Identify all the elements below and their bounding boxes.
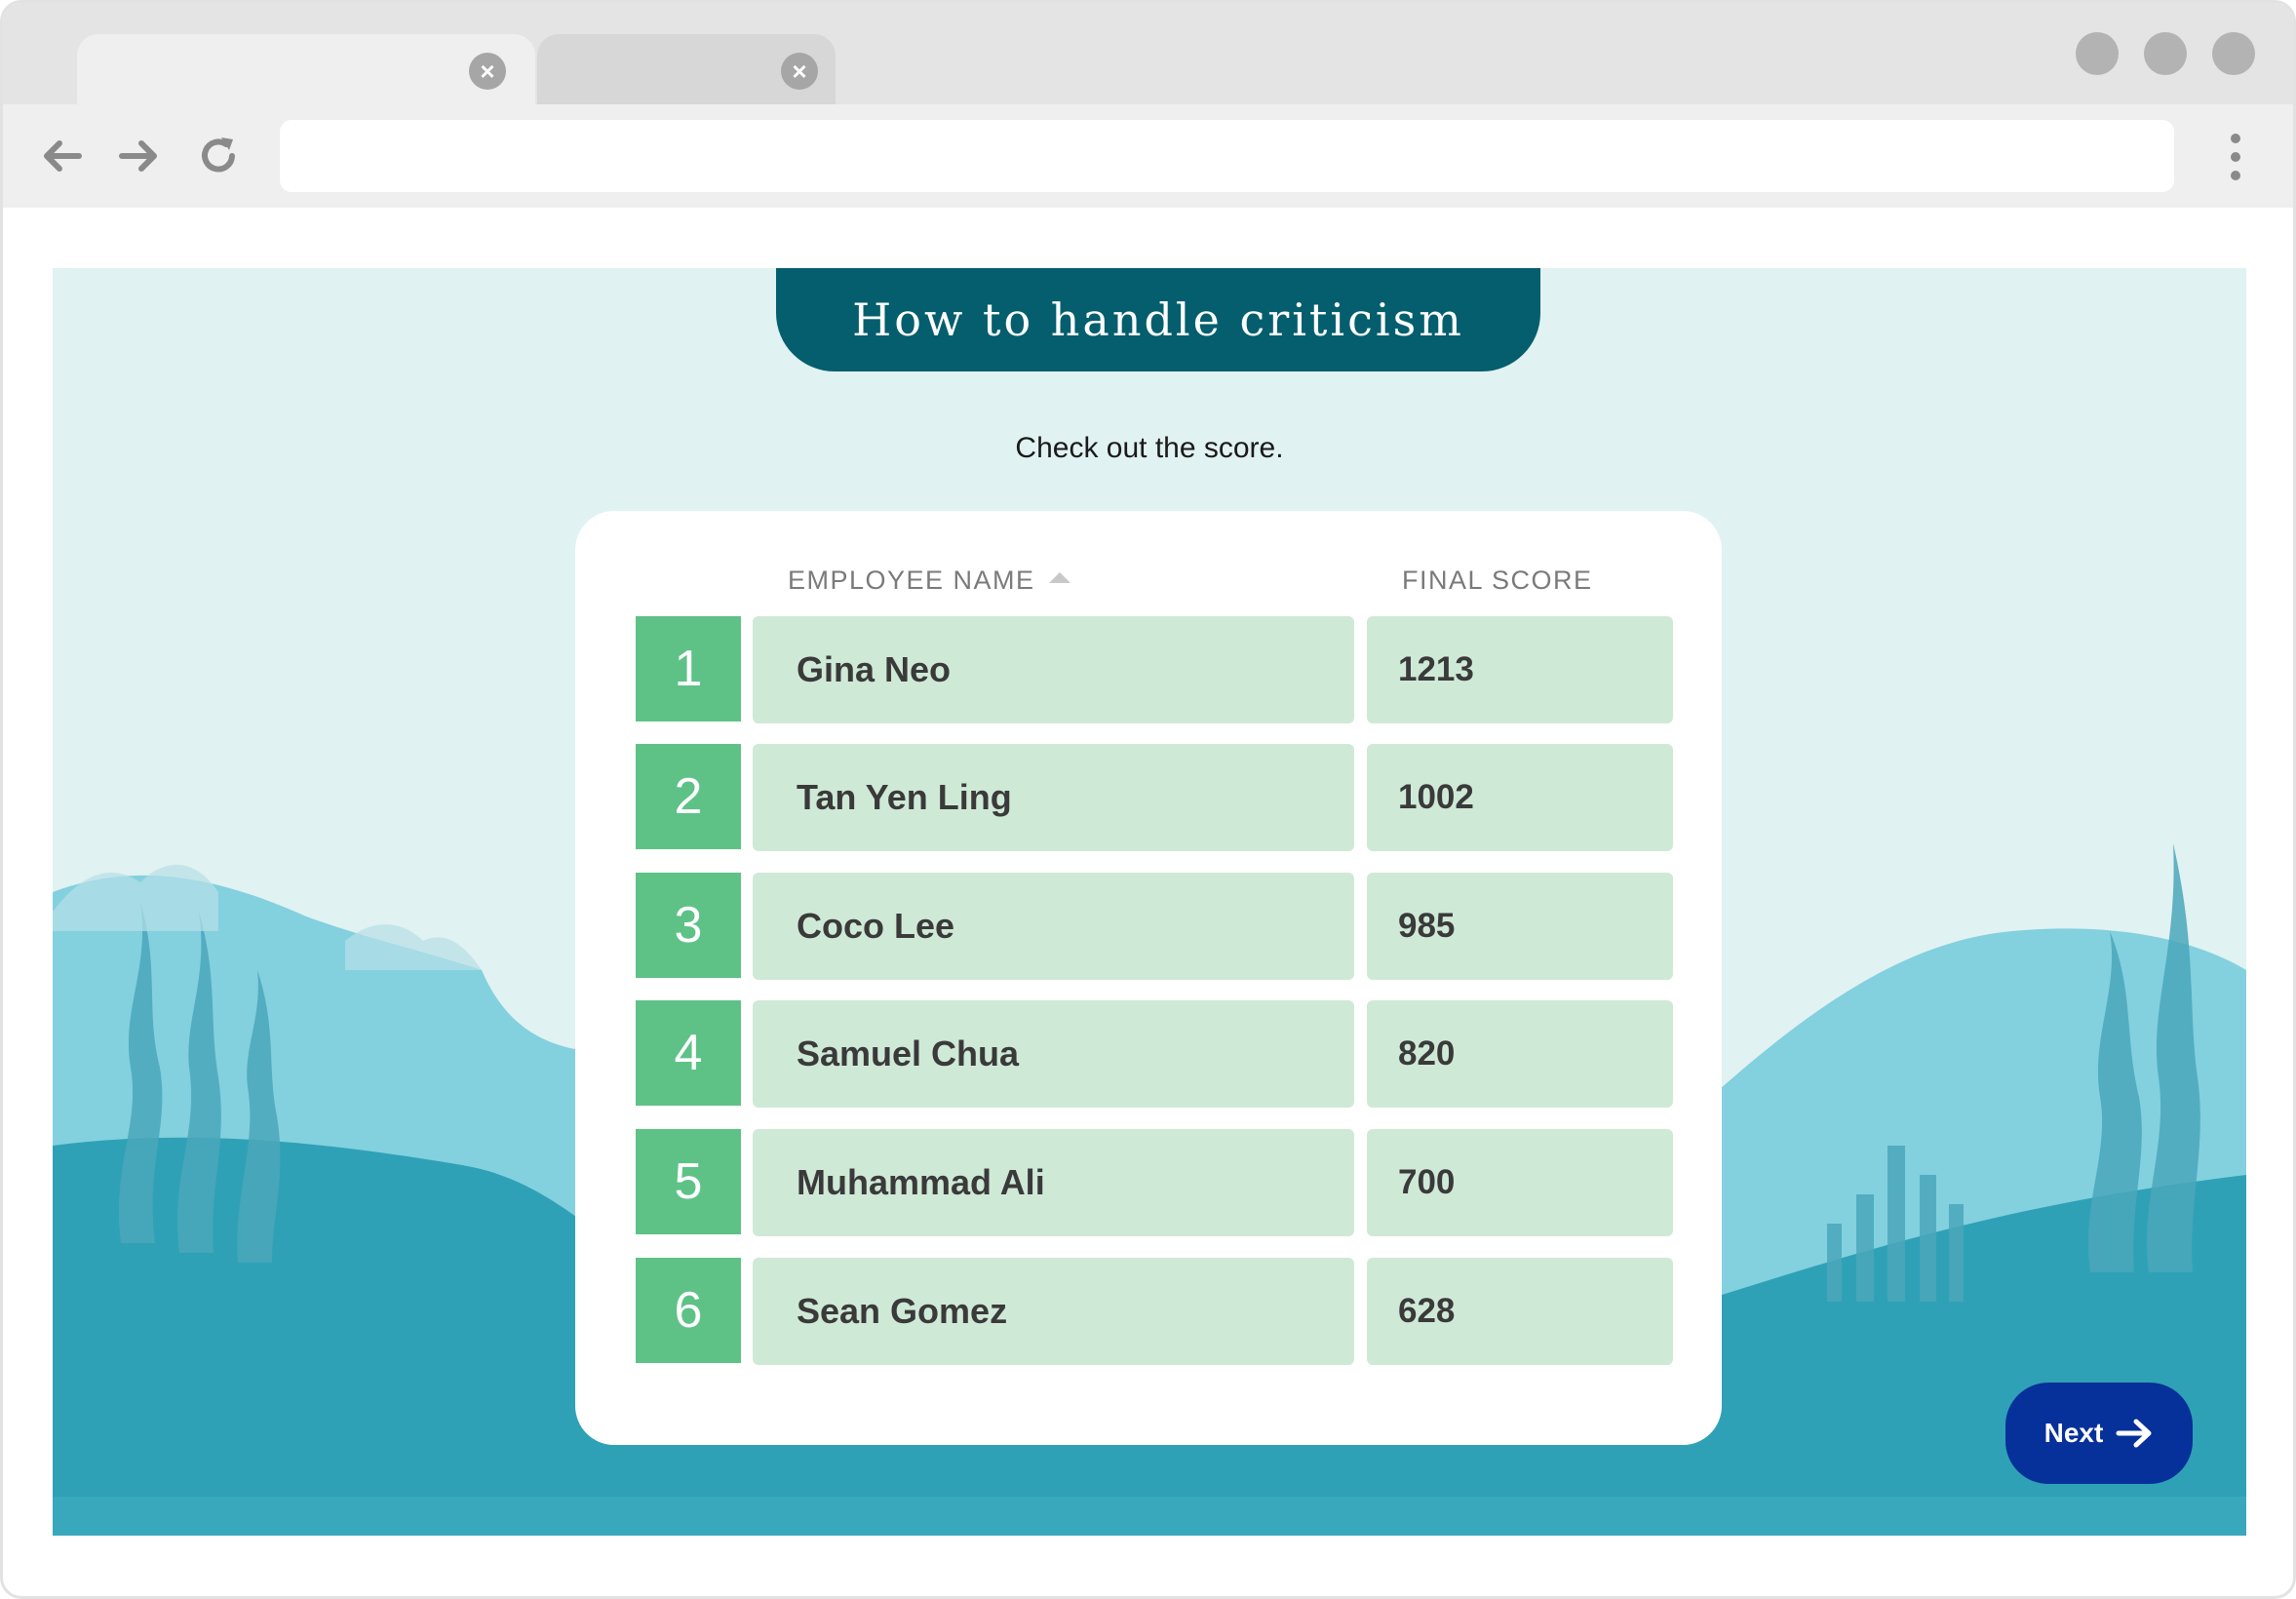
browser-tab-active[interactable]: × <box>77 34 535 104</box>
column-header-employee-name[interactable]: EMPLOYEE NAME <box>788 566 1070 596</box>
kebab-menu-icon[interactable] <box>2231 134 2242 180</box>
rank-badge: 5 <box>636 1129 741 1234</box>
lesson-stage: How to handle criticism Check out the sc… <box>53 268 2246 1536</box>
arrow-left-icon <box>44 140 82 172</box>
employee-name-cell: Coco Lee <box>753 873 1354 980</box>
next-button[interactable]: Next <box>2005 1383 2193 1484</box>
browser-tab-inactive[interactable]: × <box>537 34 836 104</box>
leaderboard-row: 5 Muhammad Ali 700 <box>636 1129 1673 1236</box>
employee-name-cell: Gina Neo <box>753 616 1354 723</box>
rank-badge: 3 <box>636 873 741 978</box>
leaderboard-row: 1 Gina Neo 1213 <box>636 616 1673 723</box>
browser-window: × × How to handle criticism Check out th… <box>0 0 2296 1599</box>
forward-button[interactable] <box>114 132 163 180</box>
rank-badge: 6 <box>636 1258 741 1363</box>
column-header-label: EMPLOYEE NAME <box>788 566 1035 595</box>
leaderboard-row: 3 Coco Lee 985 <box>636 873 1673 980</box>
leaderboard-row: 6 Sean Gomez 628 <box>636 1258 1673 1365</box>
lesson-subtitle: Check out the score. <box>1015 432 1284 464</box>
window-control-dot[interactable] <box>2076 32 2119 75</box>
final-score-cell: 1002 <box>1367 744 1673 851</box>
close-icon[interactable]: × <box>781 53 818 90</box>
address-bar[interactable] <box>280 120 2174 192</box>
arrow-right-icon <box>119 140 157 172</box>
arrow-right-icon <box>2116 1419 2152 1448</box>
lesson-title-banner: How to handle criticism <box>776 268 1540 371</box>
reload-icon <box>202 137 235 173</box>
employee-name-cell: Muhammad Ali <box>753 1129 1354 1236</box>
employee-name-cell: Tan Yen Ling <box>753 744 1354 851</box>
leaderboard-row: 2 Tan Yen Ling 1002 <box>636 744 1673 851</box>
leaderboard-row: 4 Samuel Chua 820 <box>636 1000 1673 1108</box>
final-score-cell: 820 <box>1367 1000 1673 1108</box>
close-icon[interactable]: × <box>469 53 506 90</box>
tab-bar: × × <box>3 3 2293 104</box>
reload-button[interactable] <box>194 132 243 180</box>
rank-badge: 1 <box>636 616 741 722</box>
rank-badge: 2 <box>636 744 741 849</box>
next-button-label: Next <box>2043 1418 2104 1448</box>
back-button[interactable] <box>38 132 87 180</box>
employee-name-cell: Samuel Chua <box>753 1000 1354 1108</box>
final-score-cell: 700 <box>1367 1129 1673 1236</box>
sort-ascending-icon[interactable] <box>1048 572 1070 583</box>
final-score-cell: 1213 <box>1367 616 1673 723</box>
window-control-dot[interactable] <box>2144 32 2187 75</box>
column-header-final-score[interactable]: FINAL SCORE <box>1402 566 1593 596</box>
final-score-cell: 985 <box>1367 873 1673 980</box>
window-control-dot[interactable] <box>2212 32 2255 75</box>
employee-name-cell: Sean Gomez <box>753 1258 1354 1365</box>
navigation-bar <box>3 104 2293 208</box>
final-score-cell: 628 <box>1367 1258 1673 1365</box>
rank-badge: 4 <box>636 1000 741 1106</box>
leaderboard-card: EMPLOYEE NAME FINAL SCORE 1 Gina Neo 121… <box>575 511 1722 1445</box>
lesson-title: How to handle criticism <box>852 293 1464 346</box>
